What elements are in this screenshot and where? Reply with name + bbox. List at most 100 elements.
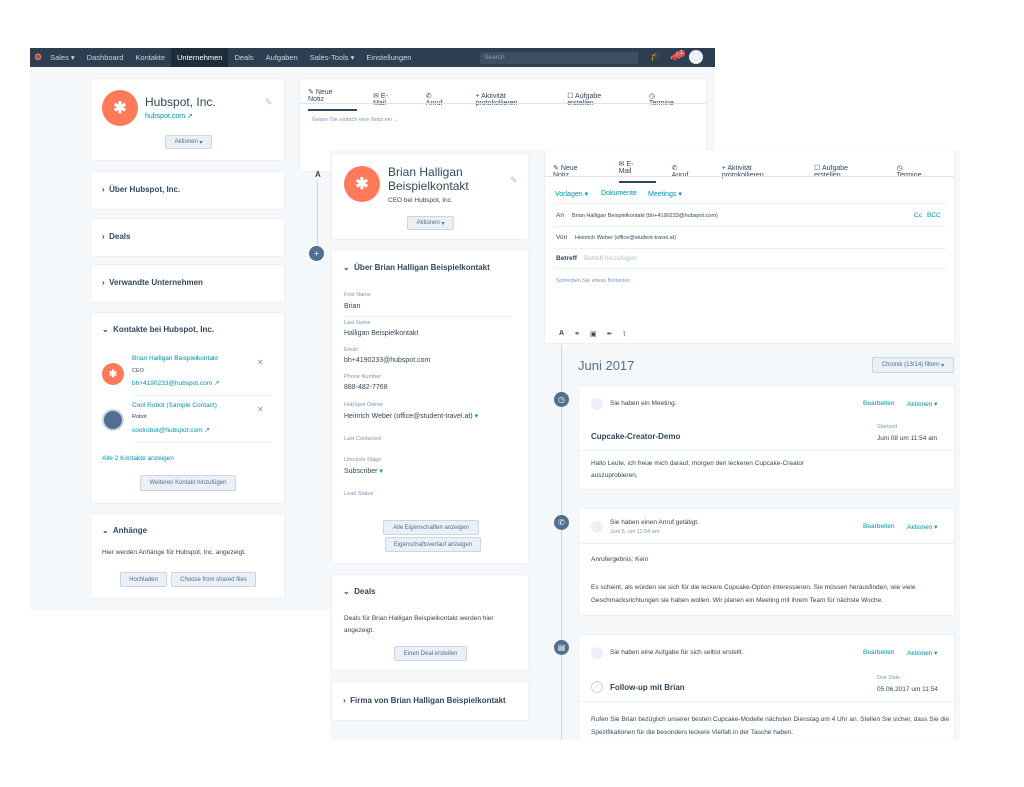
- subject-input[interactable]: Betreff hinzufügen: [584, 255, 637, 262]
- show-all-contacts-link[interactable]: Alle 2 Kontakte anzeigen: [102, 455, 174, 462]
- company-domain-link[interactable]: hubspot.com ↗: [145, 112, 193, 120]
- remove-contact-icon[interactable]: ✕: [257, 358, 264, 367]
- task-icon: ▤: [554, 640, 569, 655]
- contact-avatar: ✱: [102, 363, 124, 385]
- create-deal-button[interactable]: Einen Deal erstellen: [394, 646, 467, 661]
- divider: [132, 442, 272, 443]
- about-contact-label: Über Brian Halligan Beispielkontakt: [354, 263, 490, 272]
- nav-sales-tools[interactable]: Sales-Tools ▾: [304, 48, 361, 67]
- hubspot-logo-icon[interactable]: ⚙: [34, 52, 42, 63]
- owner-select[interactable]: Heinrich Weber (office@student-travel.at…: [344, 412, 478, 420]
- edit-link[interactable]: Bearbeiten: [863, 523, 894, 530]
- tab-new-note[interactable]: ✎ Neue Notiz: [308, 88, 358, 111]
- contact-company-section[interactable]: › Firma von Brian Halligan Beispielkonta…: [332, 682, 528, 720]
- task-checkbox[interactable]: ✓: [591, 681, 603, 693]
- tab-log-activity[interactable]: + Aktivität protokollieren: [476, 93, 552, 107]
- templates-dropdown[interactable]: Vorlagen ▾: [555, 190, 588, 198]
- prop-label: Email: [344, 347, 358, 353]
- contact-deals-title[interactable]: ⌄ Deals: [343, 587, 376, 596]
- divider: [300, 103, 706, 104]
- text-format-icon[interactable]: A: [315, 170, 321, 179]
- contact-email-link[interactable]: bh+4190233@hubspot.com ↗: [132, 379, 219, 387]
- company-domain: hubspot.com: [145, 113, 186, 120]
- attachments-text: Hier werden Anhänge für Hubspot, Inc. an…: [102, 549, 246, 556]
- lifecycle-select[interactable]: Subscriber ▾: [344, 467, 383, 475]
- attachments-title[interactable]: ⌄ Anhänge: [102, 526, 147, 535]
- about-contact-title[interactable]: ⌄ Über Brian Halligan Beispielkontakt: [343, 263, 490, 272]
- email-composer: ✎ Neue Notiz ✉ E-Mail ✆ Anruf + Aktivitä…: [545, 150, 954, 343]
- nav-aufgaben[interactable]: Aufgaben: [260, 48, 304, 67]
- contact-subtitle: CEO bei Hubspot, Inc.: [388, 197, 453, 204]
- add-icon[interactable]: +: [309, 246, 324, 261]
- contact-company-label: Firma von Brian Halligan Beispielkontakt: [350, 696, 506, 705]
- email-body-input[interactable]: Schreiben Sie etwas Brillantes: [556, 278, 630, 284]
- add-contact-button[interactable]: Weiteren Kontakt hinzufügen: [140, 475, 236, 491]
- to-field[interactable]: Brian Halligan Beispielkontakt (bh+41902…: [572, 213, 718, 219]
- actions-dropdown[interactable]: Aktionen ▾: [907, 400, 937, 408]
- bcc-link[interactable]: BCC: [927, 212, 941, 219]
- actions-dropdown[interactable]: Aktionen ▾: [907, 649, 937, 657]
- contact-name-link[interactable]: Cool Robot (Sample Contact): [132, 402, 217, 409]
- nav-sales[interactable]: Sales ▾: [44, 48, 81, 67]
- from-field[interactable]: Heinrich Weber (office@student-travel.at…: [575, 235, 676, 241]
- user-avatar[interactable]: [689, 50, 703, 64]
- back-activity-tabs: ✎ Neue Notiz ✉ E-Mail ✆ Anruf + Aktivitä…: [308, 88, 706, 111]
- prop-value[interactable]: 888-482-7768: [344, 384, 388, 391]
- meetings-dropdown[interactable]: Meetings ▾: [648, 190, 682, 198]
- about-company-section[interactable]: › Über Hubspot, Inc.: [91, 172, 284, 209]
- contact-email-link[interactable]: coolrobot@hubspot.com ↗: [132, 426, 210, 434]
- actions-dropdown[interactable]: Aktionen ▾: [907, 523, 937, 531]
- user-avatar: [591, 398, 603, 410]
- nav-einstellungen[interactable]: Einstellungen: [360, 48, 417, 67]
- timeline-event-meeting: Sie haben ein Meeting. Bearbeiten Aktion…: [579, 386, 954, 489]
- image-icon[interactable]: ▣: [590, 330, 597, 338]
- prop-label: Last Name: [344, 320, 371, 326]
- tab-create-task[interactable]: ☐ Aufgabe erstellen: [567, 92, 633, 107]
- nav-kontakte[interactable]: Kontakte: [129, 48, 171, 67]
- upload-button[interactable]: Hochladen: [120, 572, 167, 587]
- deals-section[interactable]: › Deals: [91, 219, 284, 256]
- remove-contact-icon[interactable]: ✕: [257, 405, 264, 414]
- tab-meetings[interactable]: ◷ Termine: [649, 92, 690, 107]
- prop-value[interactable]: bh+4190233@hubspot.com: [344, 357, 430, 364]
- attachment-icon[interactable]: ⌇: [622, 330, 625, 338]
- format-toolbar: A ⚭ ▣ ✒ ⌇: [559, 330, 626, 338]
- edit-pencil-icon[interactable]: ✎: [510, 175, 518, 186]
- text-format-icon[interactable]: A: [559, 330, 564, 338]
- related-companies-section[interactable]: › Verwandte Unternehmen: [91, 265, 284, 302]
- contact-avatar: ✱: [344, 166, 380, 202]
- signature-icon[interactable]: ✒: [607, 330, 613, 338]
- cc-link[interactable]: Cc: [914, 212, 922, 219]
- edit-link[interactable]: Bearbeiten: [863, 400, 894, 407]
- edit-pencil-icon[interactable]: ✎: [265, 97, 273, 108]
- contact-name-link[interactable]: Brian Halligan Beispielkontakt: [132, 355, 218, 362]
- nav-deals[interactable]: Deals: [228, 48, 259, 67]
- tab-new-note-label: Neue Notiz: [308, 89, 333, 103]
- company-actions-button[interactable]: Aktionen ▾: [165, 135, 212, 149]
- timeline-filter-button[interactable]: Chronik (13/14) filtern ▾: [872, 357, 954, 373]
- tab-call[interactable]: ✆ Anruf: [426, 92, 460, 107]
- view-all-properties-button[interactable]: Alle Eigenschaften anzeigen: [383, 520, 479, 535]
- nav-dashboard[interactable]: Dashboard: [81, 48, 130, 67]
- link-icon[interactable]: ⚭: [574, 330, 580, 338]
- documents-button[interactable]: Dokumente: [601, 190, 637, 197]
- choose-shared-files-button[interactable]: Choose from shared files: [171, 572, 256, 587]
- note-input[interactable]: Geben Sie einfach eine Notiz ein ...: [312, 117, 398, 123]
- tab-email[interactable]: ✉ E-Mail: [618, 160, 656, 183]
- contact-actions-button[interactable]: Aktionen ▾: [407, 216, 454, 230]
- attachments-section: ⌄ Anhänge Hier werden Anhänge für Hubspo…: [91, 514, 284, 598]
- prop-value[interactable]: Halligan Beispielkontakt: [344, 330, 418, 337]
- divider: [553, 203, 946, 204]
- nav-unternehmen[interactable]: Unternehmen: [171, 48, 229, 67]
- academy-icon[interactable]: 🎓: [650, 51, 661, 62]
- about-company-title: › Über Hubspot, Inc.: [102, 185, 181, 194]
- prop-value[interactable]: Brian: [344, 303, 360, 310]
- divider: [579, 701, 954, 702]
- edit-link[interactable]: Bearbeiten: [863, 649, 894, 656]
- search-input[interactable]: Search: [480, 52, 638, 64]
- contact-email: coolrobot@hubspot.com: [132, 427, 203, 434]
- property-history-button[interactable]: Eigenschaftsverlauf anzeigen: [385, 537, 481, 552]
- contact-title: CEO: [132, 368, 144, 374]
- tab-email[interactable]: ✉ E-Mail: [373, 92, 410, 107]
- contacts-title[interactable]: ⌄ Kontakte bei Hubspot, Inc.: [102, 325, 214, 334]
